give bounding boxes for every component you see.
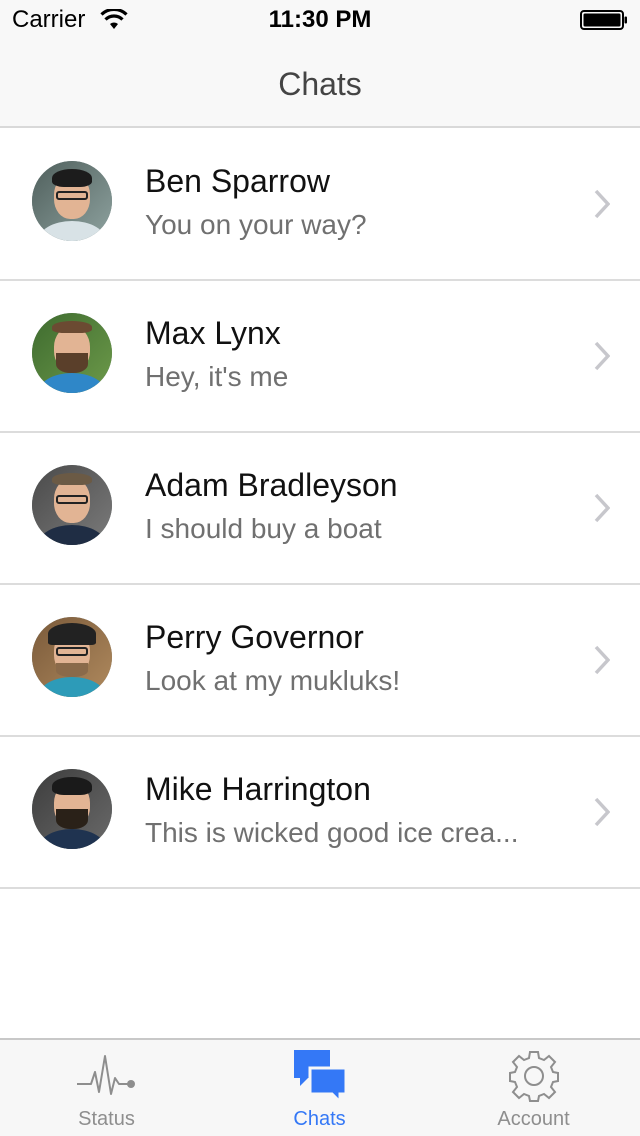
contact-name: Adam Bradleyson xyxy=(145,467,398,503)
avatar xyxy=(32,769,112,849)
message-preview: Look at my mukluks! xyxy=(145,665,401,696)
tab-label: Status xyxy=(78,1108,135,1130)
battery-icon xyxy=(580,10,627,30)
page-title: Chats xyxy=(278,66,362,102)
navigation-header: Carrier 11:30 PM Chats xyxy=(0,0,640,128)
tab-label: Account xyxy=(497,1108,570,1130)
tab-account[interactable]: Account xyxy=(427,1040,640,1136)
pulse-icon xyxy=(76,1055,135,1095)
contact-name: Perry Governor xyxy=(145,619,364,655)
clock: 11:30 PM xyxy=(268,6,372,33)
chat-row[interactable]: Adam Bradleyson I should buy a boat xyxy=(0,433,640,585)
avatar xyxy=(32,617,112,697)
chevron-right-icon xyxy=(594,493,610,523)
chat-row[interactable]: Perry Governor Look at my mukluks! xyxy=(0,585,640,737)
gear-icon xyxy=(508,1051,559,1102)
chevron-right-icon xyxy=(594,797,610,827)
message-preview: Hey, it's me xyxy=(145,361,289,392)
avatar xyxy=(32,313,112,393)
message-preview: I should buy a boat xyxy=(145,513,382,544)
chevron-right-icon xyxy=(594,341,610,371)
chevron-right-icon xyxy=(594,645,610,675)
chevron-right-icon xyxy=(594,189,610,219)
contact-name: Ben Sparrow xyxy=(145,163,330,199)
avatar xyxy=(32,161,112,241)
avatar xyxy=(32,465,112,545)
chat-row[interactable]: Mike Harrington This is wicked good ice … xyxy=(0,737,640,889)
contact-name: Max Lynx xyxy=(145,315,281,351)
contact-name: Mike Harrington xyxy=(145,771,371,807)
chat-list: Ben Sparrow You on your way? Max Lynx He… xyxy=(0,129,640,889)
chat-bubbles-icon xyxy=(293,1050,347,1104)
tab-bar: Status Chats Account xyxy=(0,1038,640,1136)
message-preview: You on your way? xyxy=(145,209,367,240)
tab-chats[interactable]: Chats xyxy=(213,1040,426,1136)
chat-row[interactable]: Max Lynx Hey, it's me xyxy=(0,281,640,433)
tab-status[interactable]: Status xyxy=(0,1040,213,1136)
status-bar: Carrier 11:30 PM xyxy=(0,0,640,40)
tab-label: Chats xyxy=(293,1108,346,1130)
message-preview: This is wicked good ice crea... xyxy=(145,817,519,848)
chat-row[interactable]: Ben Sparrow You on your way? xyxy=(0,129,640,281)
